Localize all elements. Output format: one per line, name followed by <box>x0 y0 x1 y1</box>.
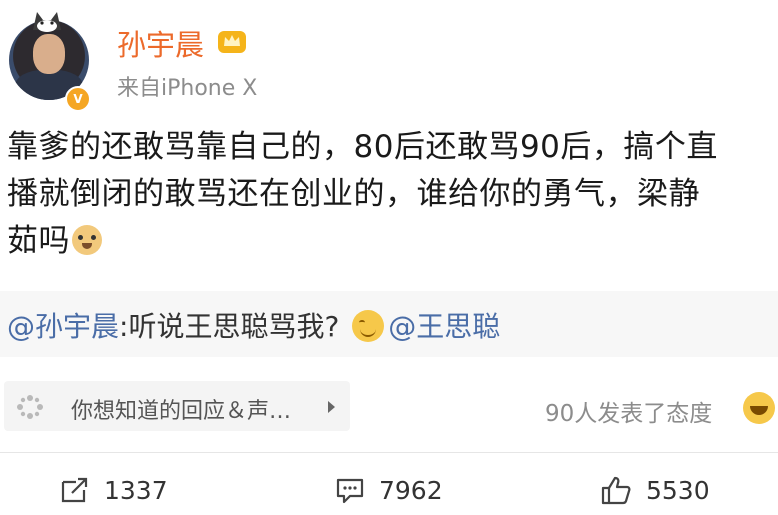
comment-button[interactable]: 7962 <box>335 472 443 508</box>
like-count: 5530 <box>646 475 710 505</box>
reposted-content[interactable]: @孙宇晨:听说王思聪骂我? @王思聪 <box>0 291 778 357</box>
post-line: 靠爹的还敢骂靠自己的，80后还敢骂90后，搞个直 <box>7 129 718 165</box>
repost-button[interactable]: 1337 <box>60 472 168 508</box>
post-line-text: 茹吗 <box>7 223 70 259</box>
verified-v-icon: V <box>65 86 91 112</box>
post-line: 茹吗 <box>7 218 777 265</box>
reaction-summary-label: 你想知道的回应＆声… <box>71 399 292 424</box>
husky-badge-icon <box>33 12 61 32</box>
repost-icon <box>61 477 88 503</box>
reposted-text: @孙宇晨:听说王思聪骂我? @王思聪 <box>7 305 500 345</box>
laugh-emoji-icon <box>743 392 775 424</box>
chevron-right-icon <box>328 401 335 413</box>
repost-count: 1337 <box>104 475 168 505</box>
thumbs-up-icon <box>601 476 631 505</box>
smile-emoji-icon <box>352 310 385 342</box>
mention-author-link[interactable]: @孙宇晨 <box>7 310 119 343</box>
comment-count: 7962 <box>379 475 443 505</box>
comment-icon <box>336 478 364 504</box>
user-avatar[interactable]: V <box>5 10 91 112</box>
mention-target-link[interactable]: @王思聪 <box>388 310 500 343</box>
post-line: 播就倒闭的敢骂还在创业的，谁给你的勇气，梁静 <box>7 176 700 212</box>
reposted-message: :听说王思聪骂我? <box>119 310 340 343</box>
divider <box>0 452 778 453</box>
crown-icon <box>218 31 246 53</box>
sparkle-icon <box>17 395 43 419</box>
post-source: 来自iPhone X <box>117 76 258 101</box>
attitude-count-text[interactable]: 90人发表了态度 <box>545 394 712 428</box>
doge-emoji-icon <box>72 225 102 255</box>
like-button[interactable]: 5530 <box>600 472 710 508</box>
reaction-summary-button[interactable]: 你想知道的回应＆声… <box>4 381 350 431</box>
post-body: 靠爹的还敢骂靠自己的，80后还敢骂90后，搞个直 播就倒闭的敢骂还在创业的，谁给… <box>7 124 777 265</box>
username[interactable]: 孙宇晨 <box>117 22 204 64</box>
